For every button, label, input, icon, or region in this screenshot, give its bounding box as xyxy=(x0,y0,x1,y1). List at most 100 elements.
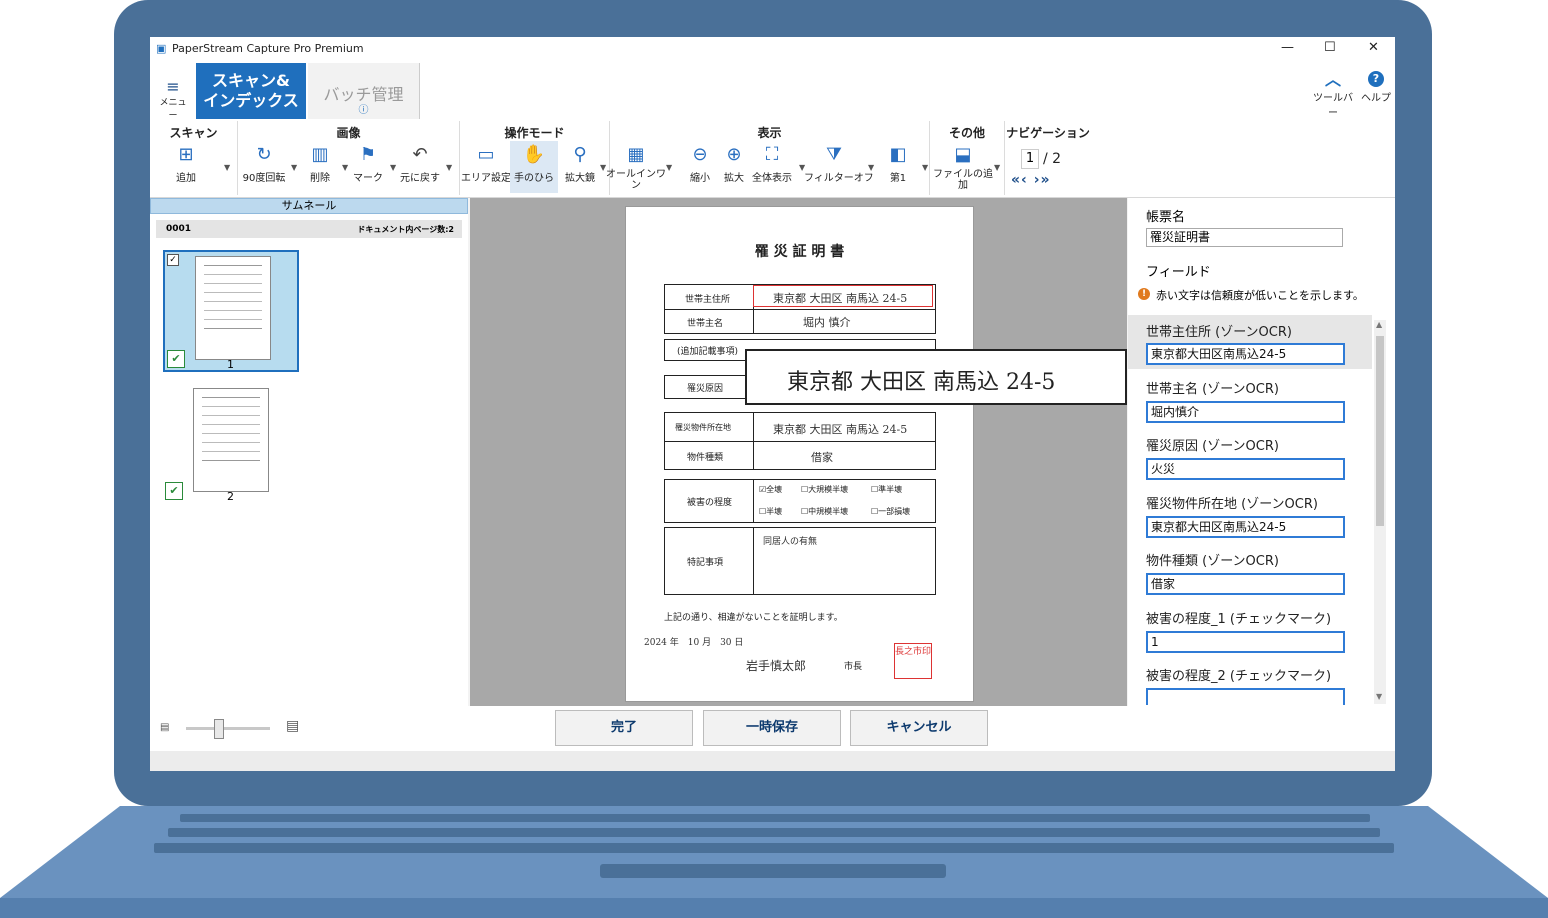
prev-page-icon[interactable]: ‹ xyxy=(1021,172,1028,188)
filter-label: フィルターオフ xyxy=(804,173,874,184)
all-in-one-label-line2: ン xyxy=(631,180,641,191)
doc-label-cause: 罹災原因 xyxy=(687,384,724,394)
field-label: 世帯主名 (ゾーンOCR) xyxy=(1146,382,1279,397)
field-input[interactable]: 火災 xyxy=(1146,458,1345,480)
toolbar-label: ツールバー xyxy=(1313,93,1353,119)
info-icon: ⓘ xyxy=(358,105,369,116)
field-input[interactable]: 東京都大田区南馬込24-5 xyxy=(1146,343,1345,365)
thumbnail-label-2: 2 xyxy=(227,490,234,503)
save-temp-button[interactable]: 一時保存 xyxy=(703,710,841,746)
group-view-title: 表示 xyxy=(757,126,782,140)
chevron-down-icon[interactable]: ▼ xyxy=(446,163,452,172)
thumbnail-label-1: 1 xyxy=(227,358,234,371)
app-icon: ▣ xyxy=(156,42,167,55)
area-setting-button[interactable]: ▭ エリア設定 xyxy=(461,141,511,193)
app-window: ▣ PaperStream Capture Pro Premium — ☐ ✕ … xyxy=(150,37,1395,771)
first-icon: ◧ xyxy=(889,144,907,165)
field-label: 被害の程度_2 (チェックマーク) xyxy=(1146,669,1332,684)
mark-button[interactable]: ⚑ マーク xyxy=(344,141,392,193)
scroll-down-icon[interactable]: ▼ xyxy=(1376,692,1382,701)
field-input[interactable]: 東京都大田区南馬込24-5 xyxy=(1146,516,1345,538)
field-input[interactable]: 1 xyxy=(1146,631,1345,653)
last-page-icon[interactable]: » xyxy=(1040,172,1050,188)
form-name-field[interactable]: 罹災証明書 xyxy=(1146,228,1343,247)
help-label: ヘルプ xyxy=(1361,93,1391,104)
menu-label: メニュー xyxy=(159,98,187,121)
add-file-button[interactable]: ⬓ ファイルの追加 xyxy=(933,141,993,193)
verified-icon: ✔ xyxy=(165,482,183,500)
thumbnail-image xyxy=(195,256,271,360)
page-total: / 2 xyxy=(1043,151,1062,167)
ribbon-tab-bar: ≡ メニュー スキャン& インデックス バッチ管理 ⓘ ︿ ツールバー ? ヘル… xyxy=(150,61,1395,121)
field-label: 世帯主住所 (ゾーンOCR) xyxy=(1146,325,1292,340)
hand-tool-button[interactable]: ✋ 手のひら xyxy=(510,141,558,193)
confidence-warning: 赤い文字は信頼度が低いことを示します。 xyxy=(1156,289,1364,302)
all-in-one-button[interactable]: ▦ オールインワン xyxy=(606,141,666,193)
fit-screen-icon: ⛶ xyxy=(765,144,779,165)
slider-handle[interactable] xyxy=(214,719,224,739)
group-view: 表示 ▦ オールインワン ▼ ⊖ 縮小 ⊕ 拡大 ⛶ 全体表示 ▼ ⧩ フィルターオフ ▼… xyxy=(606,121,930,195)
magnified-text: 東京都 大田区 南馬込 24-5 xyxy=(787,370,1056,395)
field-list-scrollbar[interactable]: ▲ ▼ xyxy=(1374,320,1386,704)
doc-value-head: 堀内 慎介 xyxy=(803,316,851,329)
field-input[interactable]: 借家 xyxy=(1146,573,1345,595)
cancel-button[interactable]: キャンセル xyxy=(850,710,988,746)
tab-scan-index-line2: インデックス xyxy=(203,91,299,110)
chevron-down-icon[interactable]: ▼ xyxy=(994,163,1000,172)
filter-off-button[interactable]: ⧩ フィルターオフ xyxy=(804,141,874,193)
close-button[interactable]: ✕ xyxy=(1368,40,1379,55)
first-page-icon[interactable]: « xyxy=(1011,172,1021,188)
add-scan-button[interactable]: ⊞ 追加 xyxy=(162,141,210,193)
doc-damage-option: ☐準半壊 xyxy=(871,485,903,494)
document-row[interactable]: 0001 ドキュメント内ページ数:2 xyxy=(156,220,462,238)
undo-icon: ↶ xyxy=(412,144,428,165)
finish-button[interactable]: 完了 xyxy=(555,710,693,746)
fields-label: フィールド xyxy=(1146,265,1211,280)
toolbar-toggle-button[interactable]: ︿ ツールバー xyxy=(1310,71,1356,120)
magnifier-icon: ⚲ xyxy=(573,144,587,165)
first-page-button[interactable]: ◧ 第1 xyxy=(874,141,922,193)
all-in-one-label-line1: オールインワ xyxy=(606,169,666,180)
group-scan: スキャン ⊞ 追加 ▼ xyxy=(150,121,238,195)
doc-value-remarks: 同居人の有無 xyxy=(763,537,818,547)
filter-off-icon: ⧩ xyxy=(825,144,843,165)
minimize-button[interactable]: — xyxy=(1281,40,1294,55)
tab-batch-label: バッチ管理 xyxy=(323,85,404,104)
scrollbar-thumb[interactable] xyxy=(1376,336,1384,526)
fit-view-button[interactable]: ⛶ 全体表示 xyxy=(748,141,796,193)
title-bar: ▣ PaperStream Capture Pro Premium — ☐ ✕ xyxy=(150,37,1395,61)
group-mode: 操作モード ▭ エリア設定 ✋ 手のひら ⚲ 拡大鏡 ▼ xyxy=(460,121,610,195)
document-viewer[interactable]: 罹 災 証 明 書 世帯主住所 世帯主名 東京都 大田区 南馬込 24-5 堀内… xyxy=(470,198,1127,706)
flag-icon: ⚑ xyxy=(359,144,377,165)
rotate-button[interactable]: ↻ 90度回転 xyxy=(240,141,288,193)
group-other-title: その他 xyxy=(948,126,985,140)
field-input[interactable]: 堀内慎介 xyxy=(1146,401,1345,423)
scroll-up-icon[interactable]: ▲ xyxy=(1376,320,1382,329)
tab-batch-management[interactable]: バッチ管理 ⓘ xyxy=(308,63,420,119)
large-thumb-icon: ▤ xyxy=(286,718,300,734)
field-label: 罹災原因 (ゾーンOCR) xyxy=(1146,439,1279,454)
field-input[interactable] xyxy=(1146,688,1345,705)
delete-button[interactable]: ▥ 削除 xyxy=(296,141,344,193)
maximize-button[interactable]: ☐ xyxy=(1324,40,1336,55)
help-button[interactable]: ? ヘルプ xyxy=(1360,71,1392,104)
undo-button[interactable]: ↶ 元に戻す xyxy=(396,141,444,193)
thumbnail-page-1[interactable]: ✓ ✔ 1 xyxy=(163,250,299,372)
menu-button[interactable]: ≡ メニュー xyxy=(156,79,190,122)
page-number-input[interactable]: 1 xyxy=(1021,149,1039,169)
chevron-down-icon[interactable]: ▼ xyxy=(224,163,230,172)
magnifier-button[interactable]: ⚲ 拡大鏡 xyxy=(556,141,604,193)
small-thumb-icon: ▤ xyxy=(160,722,170,733)
scan-add-icon: ⊞ xyxy=(178,144,194,165)
doc-damage-option: ☐半壊 xyxy=(759,507,783,516)
first-label: 第1 xyxy=(889,173,907,184)
thumbnail-size-slider[interactable] xyxy=(186,714,270,744)
verified-icon: ✔ xyxy=(167,350,185,368)
doc-table-household: 世帯主住所 世帯主名 東京都 大田区 南馬込 24-5 堀内 慎介 xyxy=(664,284,936,334)
add-file-label-line2: 加 xyxy=(958,180,968,191)
thumbnail-page-2[interactable]: ✔ 2 xyxy=(163,384,299,506)
group-nav-title: ナビゲーション xyxy=(1006,126,1090,140)
field-label: 罹災物件所在地 (ゾーンOCR) xyxy=(1146,497,1318,512)
tab-scan-index[interactable]: スキャン& インデックス xyxy=(196,63,306,119)
checkbox-icon[interactable]: ✓ xyxy=(167,254,179,266)
